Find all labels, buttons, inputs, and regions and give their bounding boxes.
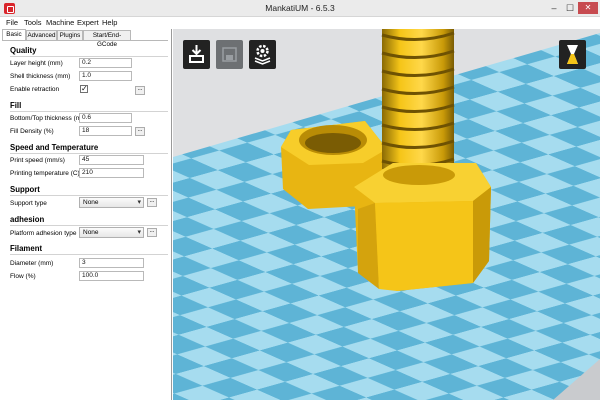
diameter-input[interactable]: 3 [79, 258, 144, 268]
view-mode-button[interactable] [559, 40, 586, 69]
bottom-top-thickness-label: Bottom/Top thickness (mm) [10, 115, 89, 122]
section-divider [10, 254, 168, 255]
support-settings-button[interactable]: ... [147, 198, 157, 207]
section-title-fill: Fill [10, 101, 22, 110]
flow-input[interactable]: 100.0 [79, 271, 144, 281]
fill-settings-button[interactable]: ... [135, 127, 145, 136]
load-model-button[interactable] [183, 40, 210, 69]
menu-expert[interactable]: Expert [77, 18, 99, 27]
menu-machine[interactable]: Machine [46, 18, 74, 27]
maximize-button[interactable]: ☐ [562, 2, 578, 14]
tab-plugins[interactable]: Plugins [57, 30, 83, 40]
menu-help[interactable]: Help [102, 18, 117, 27]
printing-temperature-label: Printing temperature (C) [10, 170, 80, 177]
menu-tools[interactable]: Tools [24, 18, 42, 27]
section-divider [10, 153, 168, 154]
section-title-speed: Speed and Temperature [10, 143, 99, 152]
bottom-top-thickness-input[interactable]: 0.6 [79, 113, 132, 123]
printing-temperature-input[interactable]: 210 [79, 168, 144, 178]
view-mode-icon [567, 45, 578, 64]
section-title-adhesion: adhesion [10, 215, 45, 224]
print-speed-label: Print speed (mm/s) [10, 157, 65, 164]
fill-density-input[interactable]: 18 [79, 126, 132, 136]
close-button[interactable]: ✕ [578, 2, 598, 14]
chevron-down-icon: ▾ [137, 199, 141, 206]
minimize-button[interactable]: – [546, 2, 562, 14]
build-plate-scene [173, 29, 600, 400]
3d-viewport[interactable] [173, 29, 600, 400]
section-title-filament: Filament [10, 244, 43, 253]
layer-height-input[interactable]: 0.2 [79, 58, 132, 68]
print-speed-input[interactable]: 45 [79, 155, 144, 165]
load-model-icon [189, 45, 204, 63]
adhesion-settings-button[interactable]: ... [147, 228, 157, 237]
layer-height-label: Layer height (mm) [10, 60, 63, 67]
platform-adhesion-value: None [83, 229, 99, 236]
flow-label: Flow (%) [10, 273, 36, 280]
fill-density-label: Fill Density (%) [10, 128, 54, 135]
menu-file[interactable]: File [6, 18, 18, 27]
shell-thickness-input[interactable]: 1.0 [79, 71, 132, 81]
tab-advanced[interactable]: Advanced [26, 30, 57, 40]
section-title-support: Support [10, 185, 40, 194]
section-divider [10, 225, 168, 226]
window-title: MankatiUM - 6.5.3 [265, 3, 335, 13]
menu-bar: File Tools Machine Expert Help [0, 17, 600, 29]
shell-thickness-label: Shell thickness (mm) [10, 73, 71, 80]
settings-icon [254, 44, 271, 65]
save-toolpath-icon [222, 47, 237, 62]
support-type-select[interactable]: None ▾ [79, 197, 144, 208]
section-divider [10, 111, 168, 112]
support-type-label: Support type [10, 200, 47, 207]
diameter-label: Diameter (mm) [10, 260, 54, 267]
tab-divider [2, 40, 168, 41]
enable-retraction-label: Enable retraction [10, 86, 60, 93]
platform-adhesion-select[interactable]: None ▾ [79, 227, 144, 238]
settings-panel: Basic Advanced Plugins Start/End-GCode Q… [0, 29, 172, 400]
tab-basic[interactable]: Basic [2, 29, 26, 40]
section-divider [10, 195, 168, 196]
support-type-value: None [83, 199, 99, 206]
tab-start-end-gcode[interactable]: Start/End-GCode [83, 30, 131, 48]
title-bar: MankatiUM - 6.5.3 – ☐ ✕ [0, 0, 600, 17]
platform-adhesion-label: Platform adhesion type [10, 230, 77, 237]
settings-button[interactable] [249, 40, 276, 69]
nut-front-bore [383, 165, 455, 185]
section-title-quality: Quality [10, 46, 37, 55]
chevron-down-icon: ▾ [137, 229, 141, 236]
section-divider [10, 56, 168, 57]
nut-front-face [375, 201, 473, 291]
retraction-settings-button[interactable]: ... [135, 86, 145, 95]
save-toolpath-button[interactable] [216, 40, 243, 69]
nut-left-hole-inner [305, 133, 361, 153]
enable-retraction-checkbox[interactable]: ✓ [80, 85, 88, 93]
